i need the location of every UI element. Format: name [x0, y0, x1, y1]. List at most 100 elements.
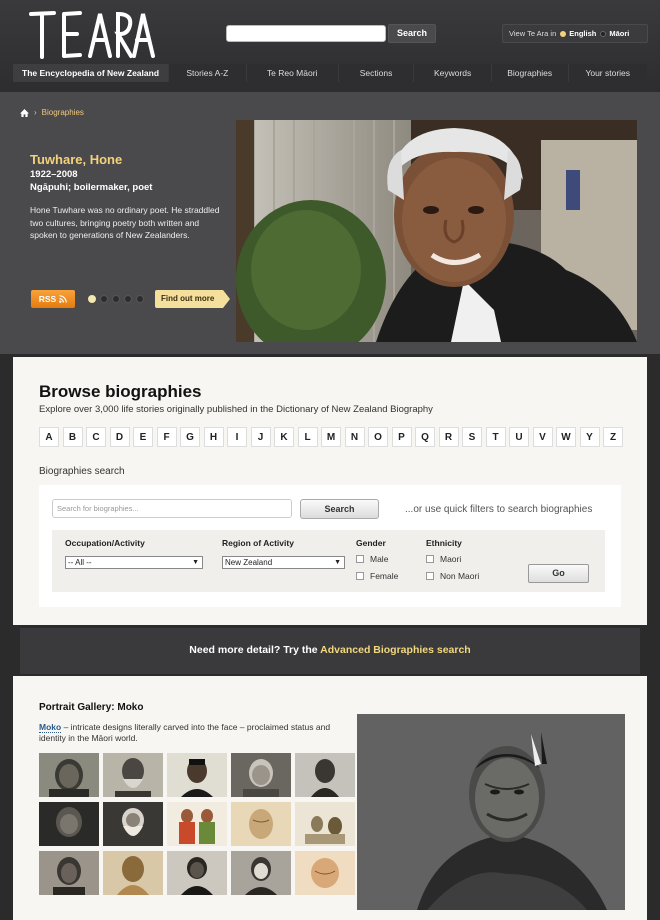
- gallery-thumbnail[interactable]: [39, 851, 99, 895]
- letter-v[interactable]: V: [532, 427, 553, 447]
- letter-w[interactable]: W: [556, 427, 576, 447]
- ethnicity-nonmaori-checkbox[interactable]: Non Maori: [426, 571, 479, 581]
- letter-r[interactable]: R: [438, 427, 459, 447]
- ethnicity-maori-label: Maori: [440, 554, 462, 564]
- letter-i[interactable]: I: [227, 427, 247, 447]
- gallery-thumbnail[interactable]: [231, 753, 291, 797]
- browse-subtitle: Explore over 3,000 life stories original…: [39, 404, 433, 415]
- nav-biographies[interactable]: Biographies: [490, 64, 568, 82]
- biographies-search-button[interactable]: Search: [300, 499, 379, 519]
- gallery-thumbnail[interactable]: [167, 851, 227, 895]
- gallery-thumbnail[interactable]: [167, 802, 227, 846]
- advanced-search-link[interactable]: Advanced Biographies search: [320, 644, 471, 656]
- hero-description: Hone Tuwhare was no ordinary poet. He st…: [30, 205, 220, 240]
- letter-f[interactable]: F: [156, 427, 177, 447]
- region-label: Region of Activity: [222, 538, 294, 548]
- view-in-label: View Te Ara in: [509, 29, 557, 38]
- letter-q[interactable]: Q: [415, 427, 435, 447]
- letter-l[interactable]: L: [297, 427, 318, 447]
- gallery-thumbnail[interactable]: [39, 802, 99, 846]
- letter-o[interactable]: O: [368, 427, 388, 447]
- letter-p[interactable]: P: [391, 427, 412, 447]
- letter-d[interactable]: D: [109, 427, 130, 447]
- ethnicity-nonmaori-label: Non Maori: [440, 571, 480, 581]
- letter-e[interactable]: E: [133, 427, 153, 447]
- lang-maori-label: Māori: [609, 29, 630, 38]
- biographies-search-input[interactable]: Search for biographies...: [52, 499, 292, 518]
- dropdown-arrow-icon: ▼: [334, 559, 341, 566]
- biographies-search-heading: Biographies search: [39, 466, 125, 477]
- letter-y[interactable]: Y: [579, 427, 600, 447]
- gallery-thumbnail[interactable]: [295, 851, 355, 895]
- rss-label: RSS: [38, 294, 57, 304]
- letter-s[interactable]: S: [462, 427, 482, 447]
- site-search-input[interactable]: [226, 25, 386, 42]
- nav-sections[interactable]: Sections: [337, 64, 414, 82]
- nav-keywords[interactable]: Keywords: [413, 64, 491, 82]
- hero-dates: 1922–2008: [30, 169, 78, 180]
- go-button[interactable]: Go: [528, 564, 589, 583]
- nav-te-reo-maori[interactable]: Te Reo Māori: [245, 64, 338, 82]
- nav-your-stories[interactable]: Your stories: [567, 64, 647, 82]
- gender-female-label: Female: [370, 571, 399, 581]
- letter-h[interactable]: H: [203, 427, 224, 447]
- gallery-description: Moko – intricate designs literally carve…: [39, 722, 339, 744]
- letter-g[interactable]: G: [180, 427, 200, 447]
- radio-empty-icon: [600, 30, 607, 37]
- tagline-home-link[interactable]: The Encyclopedia of New Zealand: [13, 64, 169, 82]
- gallery-thumbnail[interactable]: [103, 802, 163, 846]
- nav-stories-az[interactable]: Stories A-Z: [168, 64, 246, 82]
- letter-j[interactable]: J: [250, 427, 271, 447]
- breadcrumb-biographies[interactable]: Biographies: [42, 108, 84, 117]
- find-out-more-button[interactable]: Find out more: [155, 290, 223, 308]
- slide-dot[interactable]: [136, 295, 144, 303]
- slide-dot[interactable]: [124, 295, 132, 303]
- letter-c[interactable]: C: [86, 427, 106, 447]
- gallery-featured-portrait[interactable]: [357, 714, 625, 910]
- letter-k[interactable]: K: [274, 427, 294, 447]
- letter-a[interactable]: A: [39, 427, 59, 447]
- letter-z[interactable]: Z: [603, 427, 623, 447]
- slide-dot[interactable]: [100, 295, 108, 303]
- slide-dot[interactable]: [88, 295, 96, 303]
- ethnicity-maori-checkbox[interactable]: Maori: [426, 554, 461, 564]
- advanced-lead-text: Need more detail? Try the: [189, 644, 321, 656]
- te-ara-logo[interactable]: [28, 8, 156, 60]
- lang-english-option[interactable]: English: [560, 29, 596, 38]
- letter-n[interactable]: N: [344, 427, 365, 447]
- gallery-thumbnail[interactable]: [231, 802, 291, 846]
- home-icon[interactable]: [20, 108, 29, 117]
- gender-female-checkbox[interactable]: Female: [356, 571, 398, 581]
- portrait-gallery-panel: Portrait Gallery: Moko Moko – intricate …: [13, 676, 647, 920]
- lang-english-label: English: [569, 29, 597, 38]
- quick-filter-hint: ...or use quick filters to search biogra…: [405, 504, 593, 515]
- gallery-thumbnail[interactable]: [231, 851, 291, 895]
- rss-button[interactable]: RSS: [31, 290, 75, 308]
- occupation-select[interactable]: -- All -- ▼: [65, 556, 203, 569]
- gallery-thumbnail[interactable]: [167, 753, 227, 797]
- region-value: New Zealand: [225, 558, 273, 567]
- gallery-thumbnail[interactable]: [295, 753, 355, 797]
- letter-t[interactable]: T: [485, 427, 506, 447]
- slide-dot[interactable]: [112, 295, 120, 303]
- ethnicity-label: Ethnicity: [426, 538, 462, 548]
- lang-maori-option[interactable]: Māori: [600, 29, 629, 38]
- region-select[interactable]: New Zealand ▼: [222, 556, 345, 569]
- hero-title[interactable]: Tuwhare, Hone: [30, 152, 122, 167]
- rss-icon: [59, 295, 68, 303]
- gallery-thumbnail[interactable]: [103, 753, 163, 797]
- quick-filters: Occupation/Activity -- All -- ▼ Region o…: [52, 530, 605, 592]
- gallery-thumbnail[interactable]: [39, 753, 99, 797]
- gallery-thumbnails: [39, 753, 355, 895]
- browse-title: Browse biographies: [39, 382, 202, 401]
- gallery-thumbnail[interactable]: [295, 802, 355, 846]
- letter-m[interactable]: M: [321, 427, 341, 447]
- site-search-button[interactable]: Search: [388, 24, 436, 43]
- hero-portrait-photo[interactable]: [236, 120, 637, 342]
- find-out-more-arrow: [223, 290, 230, 308]
- moko-link[interactable]: Moko: [39, 722, 62, 733]
- gallery-thumbnail[interactable]: [103, 851, 163, 895]
- letter-u[interactable]: U: [509, 427, 529, 447]
- gender-male-checkbox[interactable]: Male: [356, 554, 388, 564]
- letter-b[interactable]: B: [62, 427, 83, 447]
